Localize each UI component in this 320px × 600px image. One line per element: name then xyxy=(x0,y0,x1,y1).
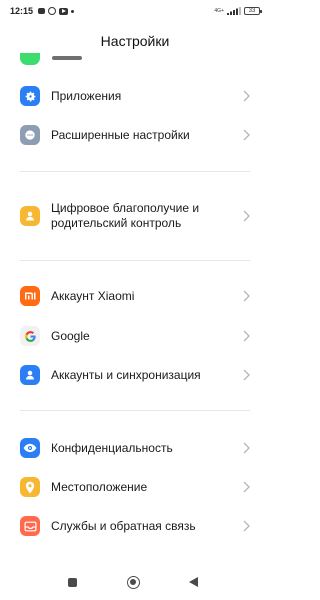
recents-square-icon[interactable] xyxy=(68,578,77,587)
feedback-icon xyxy=(20,516,40,536)
status-left: 12:15 xyxy=(10,6,75,16)
settings-item-advanced[interactable]: Расширенные настройки xyxy=(0,125,270,145)
settings-item-google[interactable]: Google xyxy=(0,326,270,346)
more-notifications-icon xyxy=(71,9,75,13)
chevron-right-icon xyxy=(243,330,250,342)
chevron-right-icon xyxy=(243,369,250,381)
network-type-label: 4G+ xyxy=(214,7,224,14)
mi-logo-icon xyxy=(20,286,40,306)
settings-item-wellbeing[interactable]: Цифровое благополучие и родительский кон… xyxy=(0,200,270,232)
settings-item-label: Местоположение xyxy=(51,480,148,494)
settings-item-xiaomi-account[interactable]: Аккаунт Xiaomi xyxy=(0,286,270,306)
partial-item-icon[interactable] xyxy=(20,53,40,65)
gear-icon xyxy=(20,86,40,106)
eye-icon xyxy=(20,438,40,458)
page-title: Настройки xyxy=(100,33,170,49)
dots-icon xyxy=(20,125,40,145)
location-pin-icon xyxy=(20,477,40,497)
settings-item-accounts-sync[interactable]: Аккаунты и синхронизация xyxy=(0,365,270,385)
person-icon xyxy=(20,206,40,226)
settings-item-label: Цифровое благополучие и родительский кон… xyxy=(51,201,200,230)
settings-item-privacy[interactable]: Конфиденциальность xyxy=(0,438,270,458)
chevron-right-icon xyxy=(243,520,250,532)
status-bar: 12:15 4G+ 33 xyxy=(0,0,270,22)
settings-item-feedback[interactable]: Службы и обратная связь xyxy=(0,516,270,536)
settings-item-label: Аккаунты и синхронизация xyxy=(51,368,201,382)
chevron-right-icon xyxy=(243,442,250,454)
settings-item-label: Аккаунт Xiaomi xyxy=(51,289,135,303)
section-divider xyxy=(20,410,250,411)
settings-item-apps[interactable]: Приложения xyxy=(0,86,270,106)
chevron-right-icon xyxy=(243,210,250,222)
status-time: 12:15 xyxy=(10,6,34,16)
settings-item-label: Службы и обратная связь xyxy=(51,519,196,533)
chevron-right-icon xyxy=(243,481,250,493)
partial-item-label[interactable] xyxy=(52,56,82,60)
back-triangle-icon[interactable] xyxy=(189,577,198,587)
youtube-notification-icon xyxy=(59,7,69,15)
chevron-right-icon xyxy=(243,290,250,302)
settings-item-label: Расширенные настройки xyxy=(51,128,190,142)
account-icon xyxy=(20,365,40,385)
battery-icon: 33 xyxy=(244,7,262,15)
google-logo-icon xyxy=(20,326,40,346)
section-divider xyxy=(20,260,250,261)
chevron-right-icon xyxy=(243,90,250,102)
signal-icon xyxy=(227,7,241,15)
home-circle-icon[interactable] xyxy=(127,576,140,589)
status-right: 4G+ 33 xyxy=(214,7,262,15)
settings-item-label: Конфиденциальность xyxy=(51,441,173,455)
app-notification-icon xyxy=(48,7,57,15)
section-divider xyxy=(20,171,250,172)
settings-item-location[interactable]: Местоположение xyxy=(0,477,270,497)
settings-item-label: Google xyxy=(51,329,90,343)
chevron-right-icon xyxy=(243,129,250,141)
message-notification-icon xyxy=(38,8,46,14)
settings-item-label: Приложения xyxy=(51,89,122,103)
navigation-bar xyxy=(0,568,270,600)
